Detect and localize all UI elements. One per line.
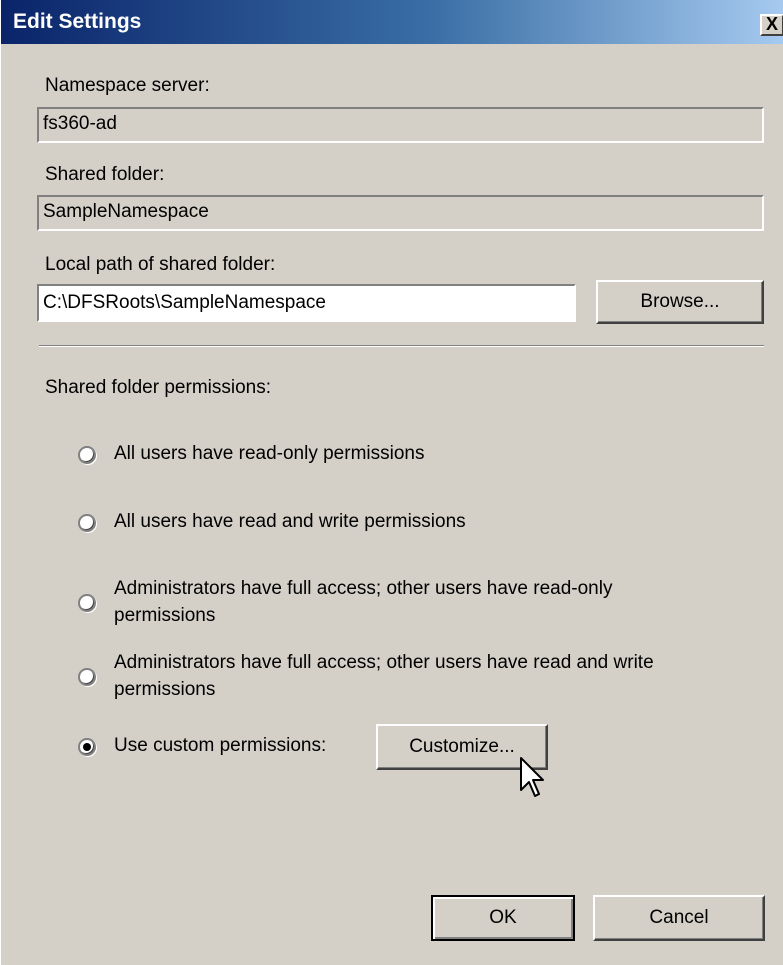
title-bar[interactable]: Edit Settings X <box>1 0 783 44</box>
permissions-label: Shared folder permissions: <box>45 377 271 398</box>
radio-admin-full-others-read-write-label-line1[interactable]: Administrators have full access; other u… <box>114 652 654 674</box>
browse-button-label: Browse... <box>640 291 720 312</box>
close-button[interactable]: X <box>760 14 783 36</box>
edit-settings-dialog: Edit Settings X Namespace server: fs360-… <box>0 0 783 965</box>
radio-admin-full-others-read-write[interactable] <box>78 668 96 686</box>
namespace-server-field: fs360-ad <box>37 107 764 143</box>
radio-admin-full-others-read-label-line2[interactable]: permissions <box>114 605 215 627</box>
shared-folder-field: SampleNamespace <box>37 195 764 231</box>
radio-read-only-label[interactable]: All users have read-only permissions <box>114 443 424 465</box>
arrow-cursor-icon <box>519 756 545 806</box>
browse-button[interactable]: Browse... <box>596 280 764 324</box>
customize-button-label: Customize... <box>409 736 515 757</box>
cancel-button[interactable]: Cancel <box>593 895 765 941</box>
local-path-label: Local path of shared folder: <box>45 254 276 275</box>
ok-button-label: OK <box>489 907 517 928</box>
separator <box>39 345 764 347</box>
radio-read-write[interactable] <box>78 514 96 532</box>
radio-read-write-label[interactable]: All users have read and write permission… <box>114 511 466 533</box>
cancel-button-label: Cancel <box>649 907 709 928</box>
radio-admin-full-others-read-label-line1[interactable]: Administrators have full access; other u… <box>114 578 612 600</box>
window-title: Edit Settings <box>13 10 142 33</box>
local-path-input[interactable] <box>37 284 576 322</box>
shared-folder-label: Shared folder: <box>45 164 165 185</box>
close-icon: X <box>765 14 778 34</box>
radio-admin-full-others-read-write-label-line2[interactable]: permissions <box>114 679 215 701</box>
radio-custom-permissions-label[interactable]: Use custom permissions: <box>114 735 326 757</box>
shared-folder-value: SampleNamespace <box>43 201 209 222</box>
radio-custom-permissions[interactable] <box>78 738 96 756</box>
radio-admin-full-others-read[interactable] <box>78 594 96 612</box>
radio-read-only[interactable] <box>78 446 96 464</box>
radio-selected-dot <box>83 743 91 751</box>
namespace-server-label: Namespace server: <box>45 75 210 96</box>
namespace-server-value: fs360-ad <box>43 113 117 134</box>
ok-button[interactable]: OK <box>431 895 575 941</box>
